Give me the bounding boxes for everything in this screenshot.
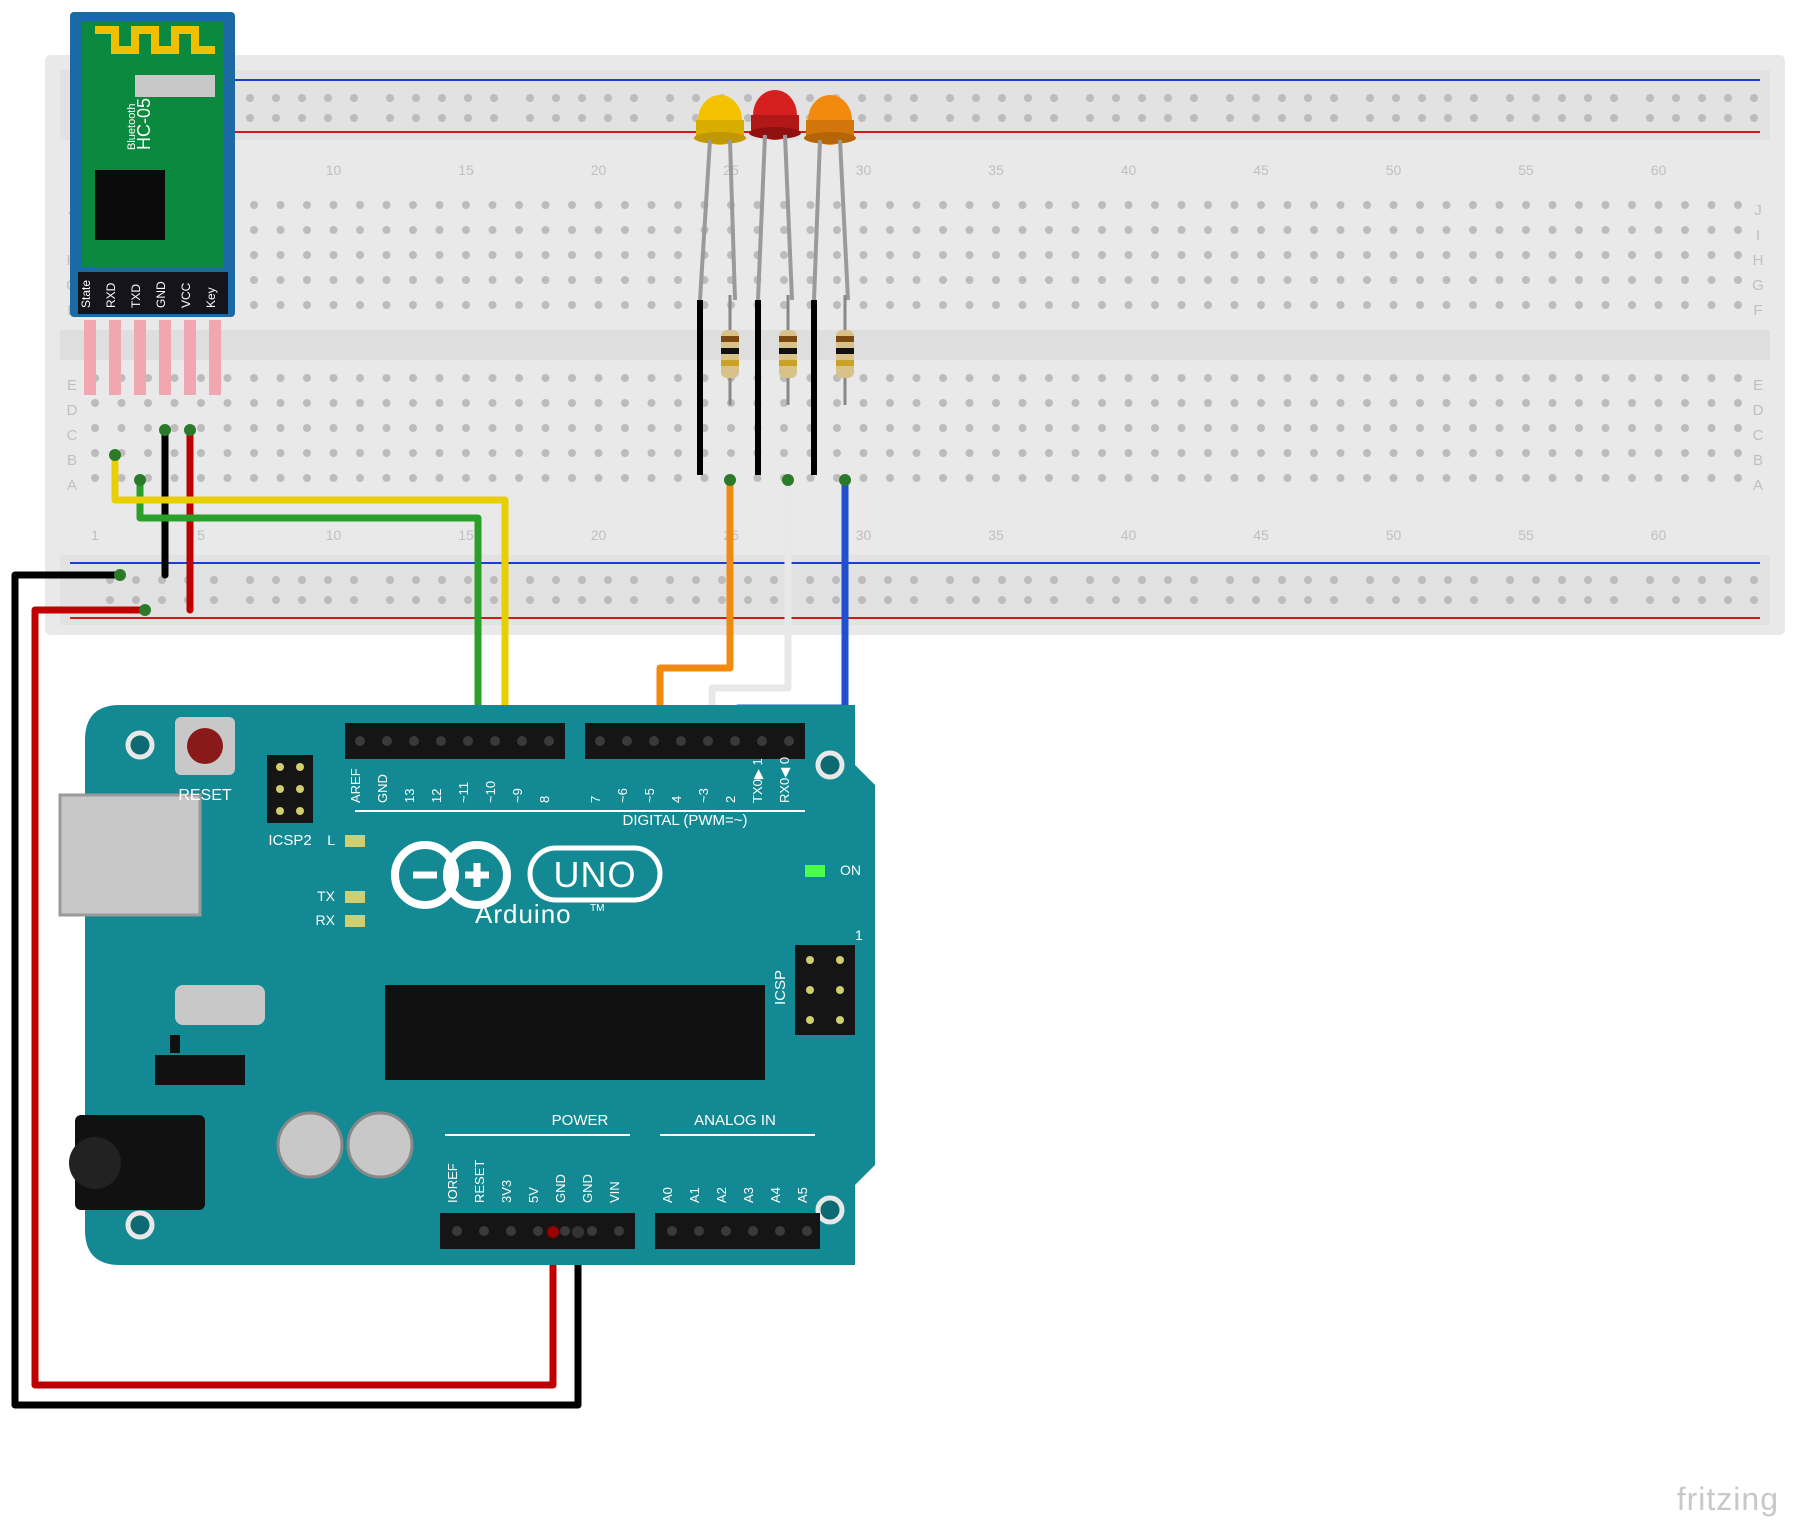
svg-text:A4: A4 xyxy=(768,1187,783,1203)
svg-text:20: 20 xyxy=(591,527,607,543)
bt-pin-gnd: GND xyxy=(154,281,168,308)
circuit-diagram: JIHGF EDCBA JIHGF EDCBA 1 1 55 10 10 15 15 20 20… xyxy=(0,0,1809,1536)
svg-text:A1: A1 xyxy=(687,1187,702,1203)
l-led-label: L xyxy=(327,832,335,848)
svg-text:~10: ~10 xyxy=(483,781,498,803)
svg-text:RESET: RESET xyxy=(472,1160,487,1203)
bt-pin-txd: TXD xyxy=(129,284,143,308)
svg-text:E: E xyxy=(67,377,77,394)
svg-text:55: 55 xyxy=(1518,162,1534,178)
hc05-sub-label: Bluetooth xyxy=(126,104,138,150)
svg-text:I: I xyxy=(1756,227,1760,244)
icsp2-label: ICSP2 xyxy=(268,832,311,849)
svg-text:20: 20 xyxy=(591,162,607,178)
svg-text:3V3: 3V3 xyxy=(499,1180,514,1203)
svg-text:12: 12 xyxy=(429,789,444,803)
svg-text:4: 4 xyxy=(669,796,684,803)
svg-text:35: 35 xyxy=(988,162,1004,178)
svg-text:30: 30 xyxy=(856,162,872,178)
svg-text:A: A xyxy=(1753,477,1763,494)
svg-text:7: 7 xyxy=(588,796,603,803)
svg-text:D: D xyxy=(67,402,78,419)
svg-text:50: 50 xyxy=(1386,162,1402,178)
svg-text:45: 45 xyxy=(1253,527,1269,543)
svg-text:60: 60 xyxy=(1651,162,1667,178)
svg-text:35: 35 xyxy=(988,527,1004,543)
svg-text:J: J xyxy=(1754,202,1762,219)
svg-text:A2: A2 xyxy=(714,1187,729,1203)
svg-text:40: 40 xyxy=(1121,162,1137,178)
watermark: fritzing xyxy=(1677,1481,1779,1518)
svg-text:VIN: VIN xyxy=(607,1181,622,1203)
svg-text:F: F xyxy=(1753,302,1762,319)
power-label: POWER xyxy=(552,1112,609,1129)
svg-text:B: B xyxy=(1753,452,1763,469)
svg-text:2: 2 xyxy=(723,796,738,803)
svg-text:10: 10 xyxy=(326,162,342,178)
analog-label: ANALOG IN xyxy=(694,1112,776,1129)
tx-led-label: TX xyxy=(317,888,336,904)
svg-text:A5: A5 xyxy=(795,1187,810,1203)
svg-text:B: B xyxy=(67,452,77,469)
svg-text:~5: ~5 xyxy=(642,788,657,803)
bt-pin-rxd: RXD xyxy=(104,282,118,308)
svg-text:D: D xyxy=(1753,402,1764,419)
svg-text:~3: ~3 xyxy=(696,788,711,803)
svg-text:H: H xyxy=(1753,252,1764,269)
icsp-label: ICSP xyxy=(772,970,789,1005)
bt-pin-state: State xyxy=(79,280,93,308)
svg-text:~11: ~11 xyxy=(456,782,471,803)
svg-text:15: 15 xyxy=(458,162,474,178)
bt-pin-vcc: VCC xyxy=(179,282,193,308)
svg-text:C: C xyxy=(1753,427,1764,444)
on-led-label: ON xyxy=(840,862,861,878)
svg-text:G: G xyxy=(1752,277,1764,294)
svg-text:13: 13 xyxy=(402,789,417,803)
svg-text:55: 55 xyxy=(1518,527,1534,543)
svg-text:C: C xyxy=(67,427,78,444)
svg-text:IOREF: IOREF xyxy=(445,1163,460,1203)
svg-text:5: 5 xyxy=(197,527,205,543)
bt-pin-key: Key xyxy=(204,287,218,308)
svg-text:GND: GND xyxy=(580,1174,595,1203)
svg-text:AREF: AREF xyxy=(348,768,363,803)
digital-label: DIGITAL (PWM=~) xyxy=(622,812,747,829)
svg-text:A0: A0 xyxy=(660,1187,675,1203)
svg-text:30: 30 xyxy=(856,527,872,543)
tm-label: TM xyxy=(590,903,604,914)
svg-text:1: 1 xyxy=(91,527,99,543)
svg-text:A: A xyxy=(67,477,77,494)
svg-text:A3: A3 xyxy=(741,1187,756,1203)
brand-label: Arduino xyxy=(475,899,572,929)
svg-text:~9: ~9 xyxy=(510,788,525,803)
svg-text:8: 8 xyxy=(537,796,552,803)
svg-text:E: E xyxy=(1753,377,1763,394)
svg-text:GND: GND xyxy=(375,774,390,803)
svg-text:45: 45 xyxy=(1253,162,1269,178)
svg-text:15: 15 xyxy=(458,527,474,543)
svg-text:TX0▶ 1: TX0▶ 1 xyxy=(750,758,765,803)
rx-led-label: RX xyxy=(316,912,336,928)
svg-text:5V: 5V xyxy=(526,1187,541,1203)
svg-text:~6: ~6 xyxy=(615,788,630,803)
svg-text:GND: GND xyxy=(553,1174,568,1203)
svg-text:40: 40 xyxy=(1121,527,1137,543)
breadboard: JIHGF EDCBA JIHGF EDCBA xyxy=(45,55,1785,635)
svg-text:RX0◀ 0: RX0◀ 0 xyxy=(777,757,792,803)
arduino-uno: RESET ICSP2 AREFGND1312~11~10~98 7~6~54~… xyxy=(60,705,875,1265)
reset-label: RESET xyxy=(178,787,232,804)
uno-label: UNO xyxy=(554,854,637,895)
svg-text:10: 10 xyxy=(326,527,342,543)
icsp-one-label: 1 xyxy=(855,927,863,943)
svg-text:60: 60 xyxy=(1651,527,1667,543)
svg-text:50: 50 xyxy=(1386,527,1402,543)
